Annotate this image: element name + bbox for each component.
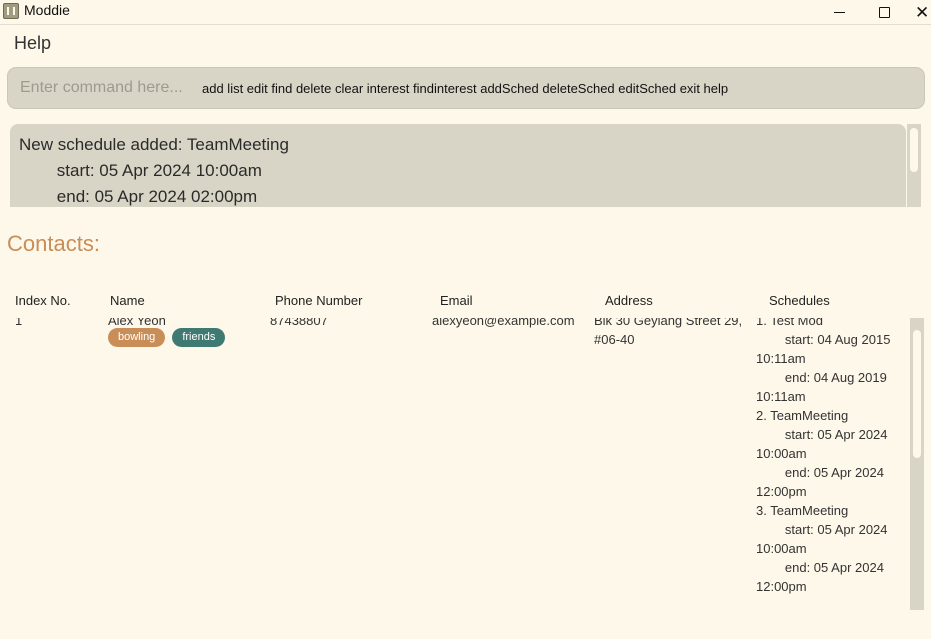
command-hints: add list edit find delete clear interest… — [202, 81, 729, 96]
title-bar: Moddie ✕ — [0, 0, 931, 25]
column-header-name: Name — [110, 293, 145, 308]
contact-phone: 87438807 — [270, 318, 328, 328]
contact-email: alexyeoh@example.com — [432, 318, 575, 328]
column-header-phone: Phone Number — [275, 293, 363, 308]
minimize-icon[interactable] — [817, 0, 861, 25]
contact-list-scrollbar-thumb[interactable] — [913, 330, 921, 458]
contact-schedules: 1. Test Mod start: 04 Aug 2015 10:11am e… — [756, 318, 891, 594]
contact-list-scrollbar[interactable] — [910, 318, 924, 610]
window-title: Moddie — [24, 2, 70, 18]
column-header-schedules: Schedules — [769, 293, 830, 308]
contact-address: Blk 30 Geylang Street 29, #06-40 — [594, 318, 743, 347]
contact-list[interactable]: 1 Alex Yeoh bowling friends 87438807 ale… — [0, 318, 910, 610]
contact-row[interactable]: 1 Alex Yeoh bowling friends 87438807 ale… — [0, 318, 910, 610]
column-header-address: Address — [605, 293, 653, 308]
contact-index: 1 — [15, 318, 23, 328]
contact-tags: bowling friends — [108, 328, 226, 347]
command-input[interactable] — [20, 77, 198, 99]
result-scrollbar-thumb[interactable] — [910, 128, 918, 172]
tag-friends: friends — [172, 328, 226, 347]
close-icon[interactable]: ✕ — [905, 0, 931, 25]
menu-help[interactable]: Help — [14, 33, 51, 54]
tag-bowling: bowling — [108, 328, 166, 347]
result-scrollbar[interactable] — [907, 124, 921, 207]
result-display: New schedule added: TeamMeeting start: 0… — [10, 124, 906, 207]
column-header-email: Email — [440, 293, 473, 308]
result-text: New schedule added: TeamMeeting start: 0… — [19, 135, 289, 206]
command-box: add list edit find delete clear interest… — [7, 67, 925, 109]
column-header-index: Index No. — [15, 293, 71, 308]
contacts-title: Contacts: — [7, 231, 100, 256]
app-logo-icon — [3, 3, 19, 19]
maximize-icon[interactable] — [862, 0, 906, 25]
